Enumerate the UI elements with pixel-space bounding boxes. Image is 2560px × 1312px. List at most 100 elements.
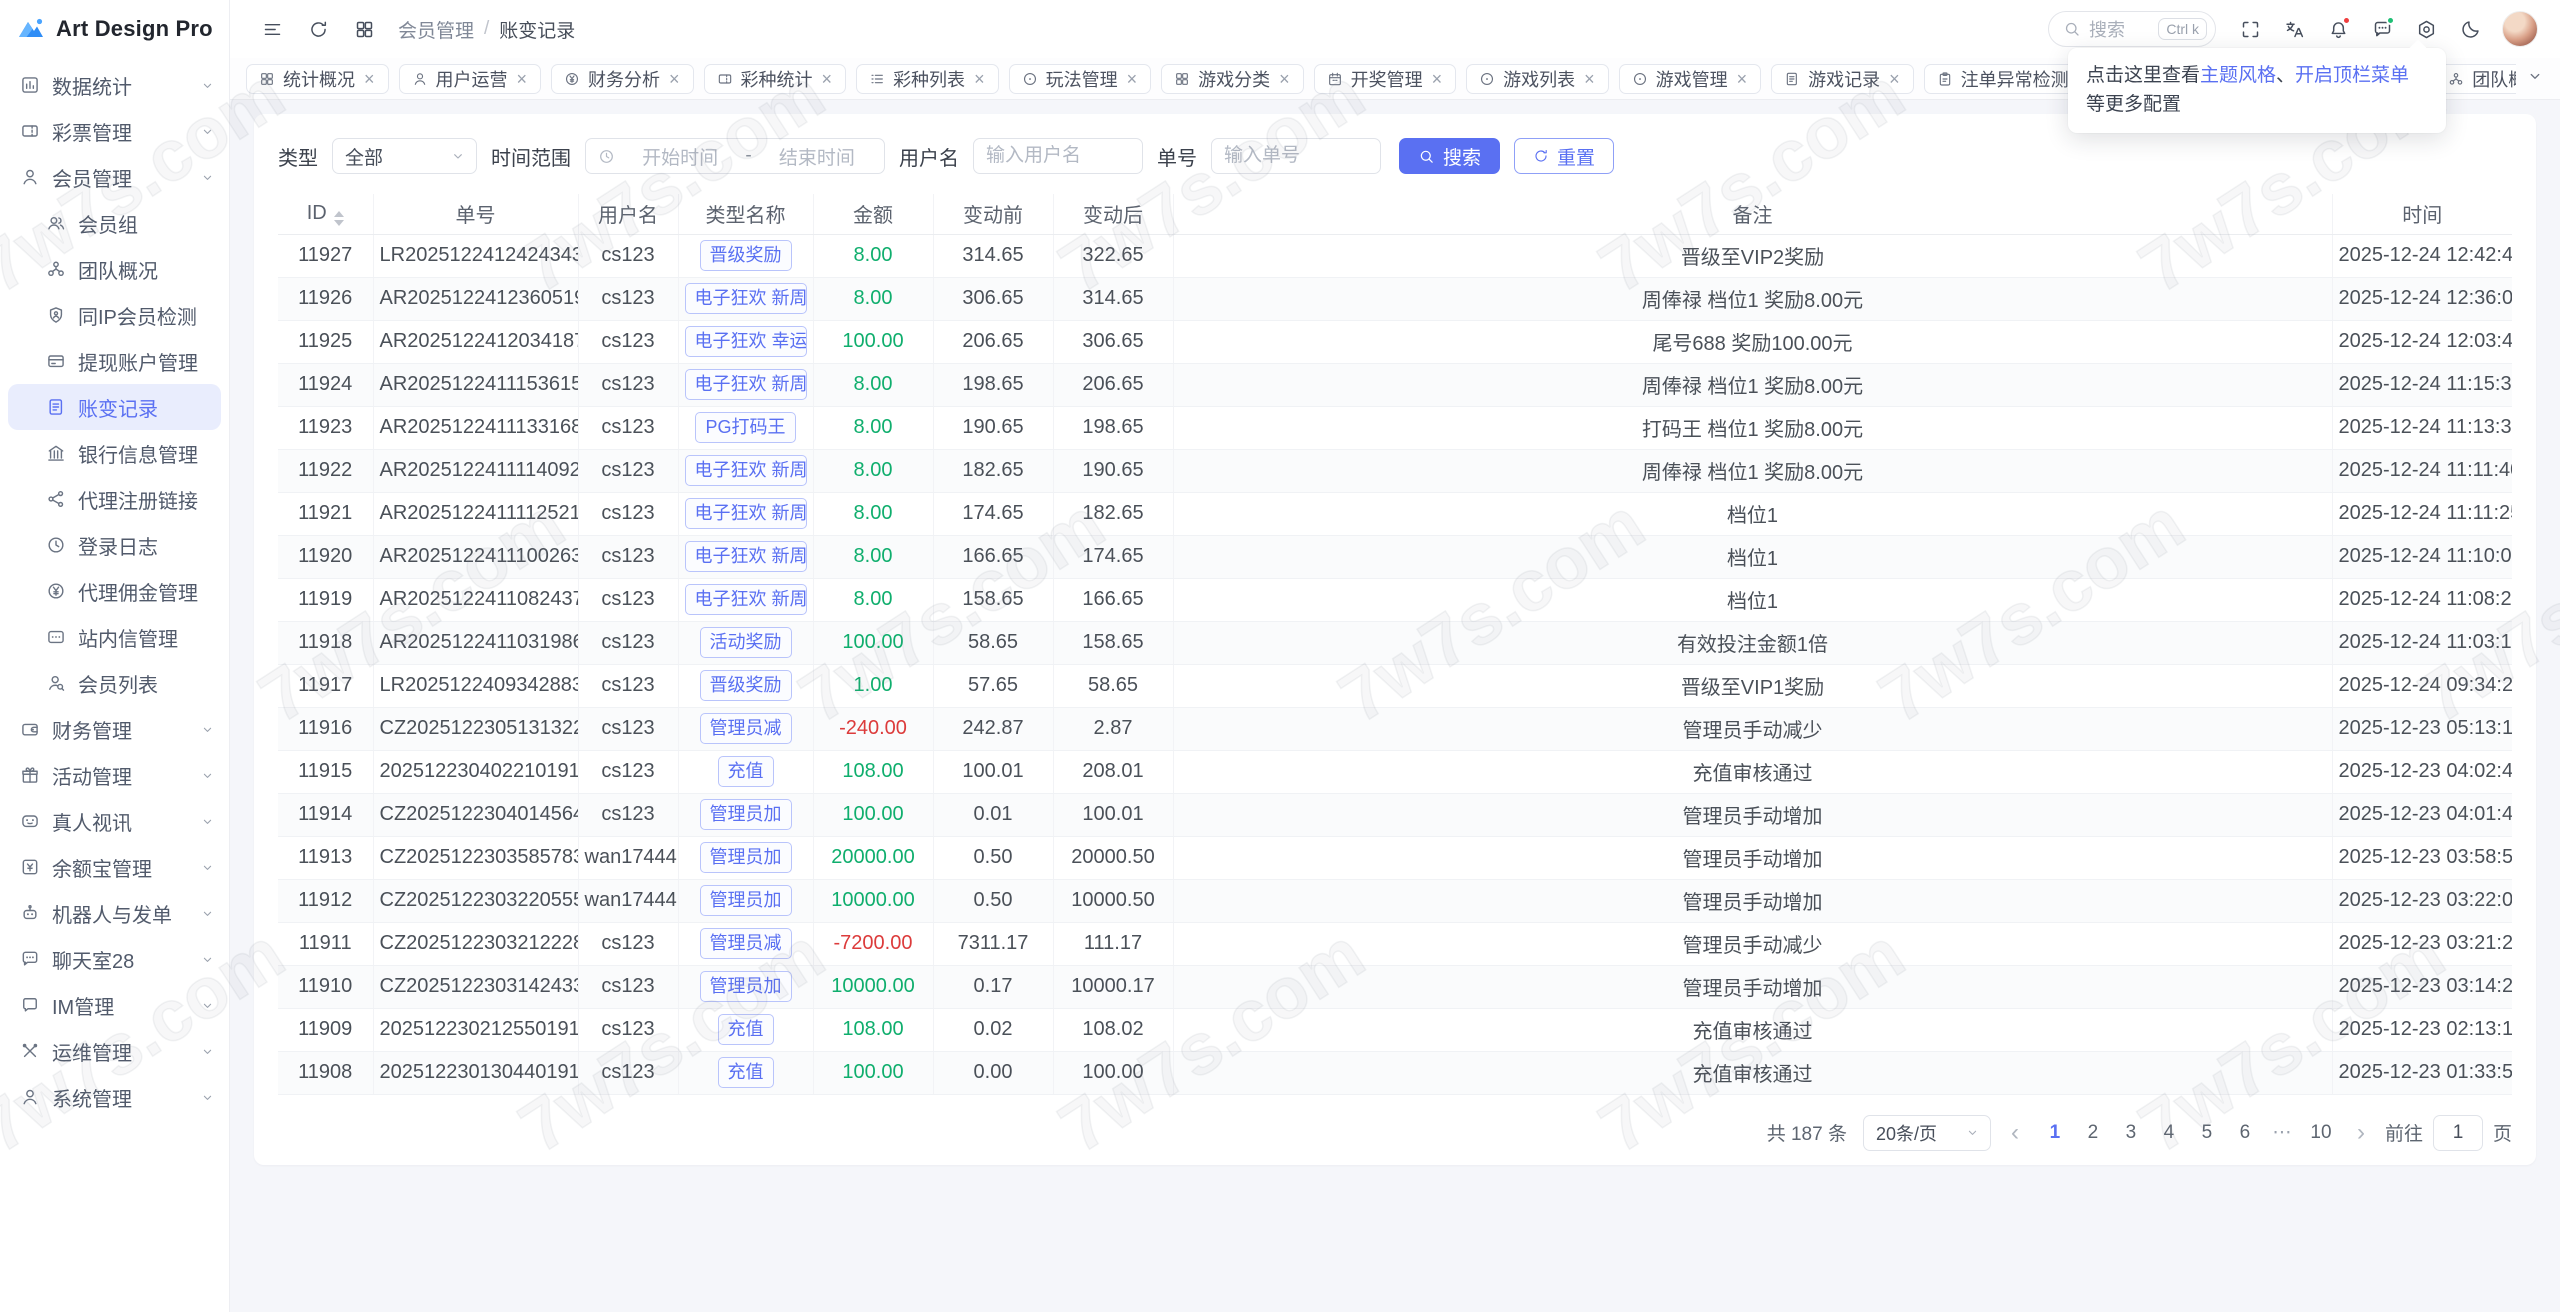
sidebar-item-银行信息管理[interactable]: 银行信息管理 [0, 430, 229, 476]
tab-游戏分类[interactable]: 游戏分类× [1161, 64, 1304, 94]
search-shortcut-badge: Ctrl k [2158, 18, 2207, 40]
next-page-chevron-icon[interactable]: › [2353, 1121, 2369, 1145]
cell-time: 2025-12-23 01:33:50 [2332, 1051, 2512, 1094]
sidebar-item-团队概况[interactable]: 团队概况 [0, 246, 229, 292]
page-number-6[interactable]: 6 [2229, 1117, 2261, 1149]
cell-remark: 档位1 [1173, 578, 2332, 621]
sidebar-item-会员列表[interactable]: 会员列表 [0, 660, 229, 706]
sidebar-item-运维管理[interactable]: 运维管理 [0, 1028, 229, 1074]
tab-团队概况[interactable]: 团队概况× [2435, 64, 2516, 94]
tab-close-icon[interactable]: × [973, 70, 986, 88]
page-number-10[interactable]: 10 [2305, 1117, 2337, 1149]
tab-close-icon[interactable]: × [1126, 70, 1139, 88]
sidebar-item-余额宝管理[interactable]: 余额宝管理 [0, 844, 229, 890]
sidebar-item-会员组[interactable]: 会员组 [0, 200, 229, 246]
sidebar-item-登录日志[interactable]: 登录日志 [0, 522, 229, 568]
cell-before: 306.65 [933, 277, 1053, 320]
column-header-ID[interactable]: ID [278, 194, 373, 234]
start-time-placeholder: 开始时间 [625, 143, 735, 170]
sidebar-item-彩票管理[interactable]: 彩票管理 [0, 108, 229, 154]
sidebar-item-代理佣金管理[interactable]: 代理佣金管理 [0, 568, 229, 614]
global-search-input[interactable]: 搜索 Ctrl k [2048, 11, 2216, 47]
tab-close-icon[interactable]: × [1431, 70, 1444, 88]
tab-label: 游戏管理 [1656, 66, 1728, 92]
tab-游戏记录[interactable]: 游戏记录× [1771, 64, 1914, 94]
sidebar-item-财务管理[interactable]: 财务管理 [0, 706, 229, 752]
topbar-menu-link[interactable]: 开启顶栏菜单 [2295, 65, 2409, 86]
sidebar-item-同IP会员检测[interactable]: 同IP会员检测 [0, 292, 229, 338]
tab-close-icon[interactable]: × [1583, 70, 1596, 88]
sidebar-item-聊天室28[interactable]: 聊天室28 [0, 936, 229, 982]
page-number-1[interactable]: 1 [2039, 1117, 2071, 1149]
language-icon[interactable] [2274, 9, 2314, 49]
reset-button[interactable]: 重置 [1514, 138, 1614, 174]
chevron-down-icon [200, 906, 215, 921]
sidebar-item-机器人与发单[interactable]: 机器人与发单 [0, 890, 229, 936]
tab-close-icon[interactable]: × [363, 70, 376, 88]
tab-用户运营[interactable]: 用户运营× [399, 64, 542, 94]
tab-玩法管理[interactable]: 玩法管理× [1009, 64, 1152, 94]
sidebar-item-会员管理[interactable]: 会员管理 [0, 154, 229, 200]
type-select[interactable]: 全部 [332, 138, 477, 174]
page-number-3[interactable]: 3 [2115, 1117, 2147, 1149]
table-row: 11925AR202512241203418743cs123电子狂欢 幸运注单1… [278, 320, 2512, 363]
menu-collapse-icon[interactable] [252, 9, 292, 49]
goto-page-input[interactable] [2433, 1115, 2483, 1151]
tab-close-icon[interactable]: × [1888, 70, 1901, 88]
notifications-bell-icon[interactable] [2318, 9, 2358, 49]
user-avatar[interactable] [2502, 11, 2538, 47]
breadcrumb-parent[interactable]: 会员管理 [398, 16, 474, 43]
cell-order: 20251223013044019137 [373, 1051, 578, 1094]
search-button[interactable]: 搜索 [1399, 138, 1500, 174]
sidebar-item-IM管理[interactable]: IM管理 [0, 982, 229, 1028]
search-placeholder: 搜索 [2089, 16, 2125, 42]
tab-财务分析[interactable]: 财务分析× [551, 64, 694, 94]
tab-close-icon[interactable]: × [1736, 70, 1749, 88]
tab-彩种列表[interactable]: 彩种列表× [856, 64, 999, 94]
sidebar-item-数据统计[interactable]: 数据统计 [0, 62, 229, 108]
apps-grid-icon[interactable] [344, 9, 384, 49]
sidebar-item-代理注册链接[interactable]: 代理注册链接 [0, 476, 229, 522]
tab-游戏列表[interactable]: 游戏列表× [1466, 64, 1609, 94]
cell-id: 11926 [278, 277, 373, 320]
username-input[interactable] [986, 145, 1130, 167]
cell-remark: 晋级至VIP2奖励 [1173, 234, 2332, 277]
sidebar-item-真人视讯[interactable]: 真人视讯 [0, 798, 229, 844]
tab-彩种统计[interactable]: 彩种统计× [704, 64, 847, 94]
tab-统计概况[interactable]: 统计概况× [246, 64, 389, 94]
prev-page-chevron-icon[interactable]: ‹ [2007, 1121, 2023, 1145]
sidebar-item-活动管理[interactable]: 活动管理 [0, 752, 229, 798]
sidebar-item-提现账户管理[interactable]: 提现账户管理 [0, 338, 229, 384]
page-size-select[interactable]: 20条/页 [1863, 1115, 1991, 1151]
cell-time: 2025-12-24 11:08:24 [2332, 578, 2512, 621]
header-actions: 搜索 Ctrl k [2048, 9, 2538, 49]
date-range-picker[interactable]: 开始时间 - 结束时间 [585, 138, 885, 174]
tab-开奖管理[interactable]: 开奖管理× [1314, 64, 1457, 94]
refresh-icon[interactable] [298, 9, 338, 49]
tab-close-icon[interactable]: × [1278, 70, 1291, 88]
yen-icon [46, 581, 66, 601]
assistant-chat-icon[interactable] [2362, 9, 2402, 49]
type-tag: 充值 [718, 756, 774, 787]
sort-icon[interactable] [334, 211, 344, 226]
page-number-2[interactable]: 2 [2077, 1117, 2109, 1149]
fullscreen-icon[interactable] [2230, 9, 2270, 49]
dark-mode-moon-icon[interactable] [2450, 9, 2490, 49]
sidebar-item-站内信管理[interactable]: 站内信管理 [0, 614, 229, 660]
order-input[interactable] [1224, 145, 1368, 167]
tab-close-icon[interactable]: × [821, 70, 834, 88]
sidebar-item-系统管理[interactable]: 系统管理 [0, 1074, 229, 1120]
tabs-dropdown-chevron-icon[interactable] [2526, 67, 2544, 90]
page-number-5[interactable]: 5 [2191, 1117, 2223, 1149]
theme-style-link[interactable]: 主题风格 [2200, 65, 2276, 86]
sidebar-item-label: 运维管理 [52, 1037, 132, 1066]
more-pages-icon[interactable]: ⋯ [2267, 1117, 2299, 1149]
tab-游戏管理[interactable]: 游戏管理 × [1619, 64, 1762, 94]
logo[interactable]: Art Design Pro [0, 0, 229, 58]
settings-gear-icon[interactable] [2406, 9, 2446, 49]
team-icon [2448, 71, 2464, 87]
tab-close-icon[interactable]: × [516, 70, 529, 88]
page-number-4[interactable]: 4 [2153, 1117, 2185, 1149]
tab-close-icon[interactable]: × [668, 70, 681, 88]
sidebar-item-账变记录[interactable]: 账变记录 [8, 384, 221, 430]
